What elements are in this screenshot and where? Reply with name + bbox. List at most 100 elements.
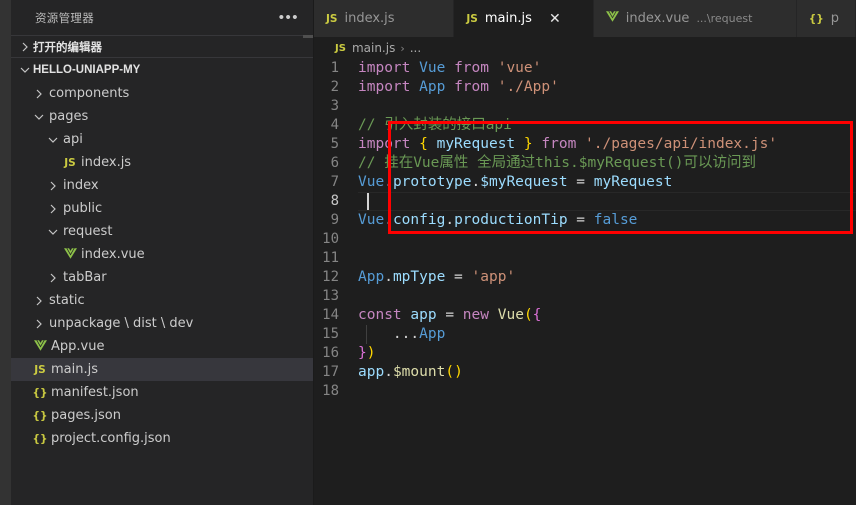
code-text: // 引入封装的接口api <box>358 116 512 135</box>
code-line[interactable]: 12 App.mpType = 'app' <box>314 268 856 287</box>
code-token: $myRequest <box>480 174 568 190</box>
line-number: 4 <box>330 117 339 133</box>
section-project-root-label: HELLO-UNIAPP-MY <box>33 64 141 76</box>
js-file-icon: JS <box>335 42 346 54</box>
code-line[interactable]: 18 <box>314 382 856 401</box>
tree-item-main-js[interactable]: JS main.js <box>11 358 313 381</box>
code-line[interactable]: 17 app.$mount() <box>314 363 856 382</box>
code-token: Vue <box>419 60 446 76</box>
tree-item-label: api <box>63 132 83 147</box>
tree-item-tabbar[interactable]: tabBar <box>11 266 313 289</box>
code-line[interactable]: 16}) <box>314 344 856 363</box>
sidebar-scrollbar[interactable] <box>303 35 313 38</box>
chevron-down-icon <box>45 135 61 145</box>
activity-bar[interactable] <box>0 0 11 505</box>
code-token: // 引入封装的接口api <box>358 117 512 133</box>
tree-item-api-index-js[interactable]: JS index.js <box>11 151 313 174</box>
tree-item-project-config-json[interactable]: {} project.config.json <box>11 427 313 450</box>
code-token: from <box>454 79 489 95</box>
code-line[interactable]: 14 const app = new Vue({ <box>314 306 856 325</box>
line-number: 13 <box>322 288 339 304</box>
code-token: const <box>358 307 402 323</box>
json-file-icon: {} <box>808 12 824 25</box>
chevron-down-icon <box>17 65 33 75</box>
code-editor[interactable]: 1 import Vue from 'vue' 2 import App from '… <box>314 59 856 505</box>
code-token: App <box>419 79 446 95</box>
tab-index-vue[interactable]: index.vue ...\request <box>593 0 797 37</box>
section-project-root[interactable]: HELLO-UNIAPP-MY <box>11 58 313 82</box>
code-line[interactable]: 15 ...App <box>314 325 856 344</box>
explorer-title: 资源管理器 <box>35 10 94 25</box>
code-token: new <box>462 307 489 323</box>
breadcrumb-file[interactable]: main.js <box>352 41 395 55</box>
code-lines[interactable]: 1 import Vue from 'vue' 2 import App from '… <box>314 59 856 401</box>
tree-item-components[interactable]: components <box>11 82 313 105</box>
code-token: import <box>358 136 411 152</box>
code-token: . <box>384 364 393 380</box>
code-token: = <box>436 307 463 323</box>
more-actions-icon[interactable]: ••• <box>279 10 299 25</box>
indent-guide <box>366 325 367 344</box>
code-token: config <box>392 212 446 228</box>
code-token: './App' <box>497 79 559 95</box>
code-line[interactable]: 4 // 引入封装的接口api <box>314 116 856 135</box>
tree-item-api[interactable]: api <box>11 128 313 151</box>
tree-item-request-index-vue[interactable]: index.vue <box>11 243 313 266</box>
code-text: const app = new Vue({ <box>358 306 541 325</box>
line-number: 15 <box>322 326 339 342</box>
code-token: mpType <box>392 269 446 285</box>
code-text: // 挂在Vue属性 全局通过this.$myRequest()可以访问到 <box>358 154 756 173</box>
tab-label: index.vue <box>625 11 690 26</box>
tab-label: main.js <box>484 11 532 26</box>
tab-main-js[interactable]: JS main.js ✕ <box>454 0 594 37</box>
tree-item-public[interactable]: public <box>11 197 313 220</box>
code-text: import App from './App' <box>358 78 559 97</box>
code-token: import <box>358 60 411 76</box>
line-number: 11 <box>322 250 339 266</box>
tree-item-label: tabBar <box>63 270 107 285</box>
tree-item-manifest-json[interactable]: {} manifest.json <box>11 381 313 404</box>
code-line[interactable]: 2 import App from './App' <box>314 78 856 97</box>
code-token: from <box>454 60 489 76</box>
code-line[interactable]: 7 Vue.prototype.$myRequest = myRequest <box>314 173 856 192</box>
code-line[interactable]: 5 import { myRequest } from './pages/api/… <box>314 135 856 154</box>
tree-item-pages[interactable]: pages <box>11 105 313 128</box>
section-open-editors[interactable]: 打开的编辑器 <box>11 35 313 58</box>
code-token: 'vue' <box>497 60 542 76</box>
code-line[interactable]: 1 import Vue from 'vue' <box>314 59 856 78</box>
code-line[interactable]: 10 <box>314 230 856 249</box>
tab-label: p <box>830 11 839 26</box>
breadcrumb-tail[interactable]: ... <box>410 41 421 55</box>
vue-file-icon <box>61 247 79 262</box>
line-number: 7 <box>330 174 339 190</box>
code-line[interactable]: 8 <box>314 192 856 211</box>
breadcrumb[interactable]: JS main.js › ... <box>314 37 856 59</box>
code-token: Vue <box>497 307 524 323</box>
code-token: import <box>358 79 411 95</box>
tree-item-pages-json[interactable]: {} pages.json <box>11 404 313 427</box>
json-file-icon: {} <box>32 409 48 422</box>
code-line[interactable]: 3 <box>314 97 856 116</box>
code-text: import Vue from 'vue' <box>358 59 541 78</box>
code-line[interactable]: 9 Vue.config.productionTip = false <box>314 211 856 230</box>
code-line[interactable]: 13 <box>314 287 856 306</box>
tab-pages-json[interactable]: {} p <box>796 0 856 37</box>
tree-item-unpackage-dist-dev[interactable]: unpackage \ dist \ dev <box>11 312 313 335</box>
code-line[interactable]: 11 <box>314 249 856 268</box>
tab-index-js[interactable]: JS index.js <box>314 0 455 37</box>
chevron-right-icon <box>17 42 33 52</box>
explorer-header: 资源管理器 ••• <box>11 0 313 35</box>
code-token: App <box>419 326 446 342</box>
code-token: ... <box>358 326 420 342</box>
tree-item-index[interactable]: index <box>11 174 313 197</box>
tree-item-static[interactable]: static <box>11 289 313 312</box>
close-icon[interactable]: ✕ <box>548 12 562 26</box>
tree-item-app-vue[interactable]: App.vue <box>11 335 313 358</box>
code-line[interactable]: 6 // 挂在Vue属性 全局通过this.$myRequest()可以访问到 <box>314 154 856 173</box>
tree-item-request[interactable]: request <box>11 220 313 243</box>
tree-item-label: public <box>63 201 103 216</box>
chevron-right-icon <box>45 204 61 214</box>
line-number: 8 <box>330 193 339 209</box>
